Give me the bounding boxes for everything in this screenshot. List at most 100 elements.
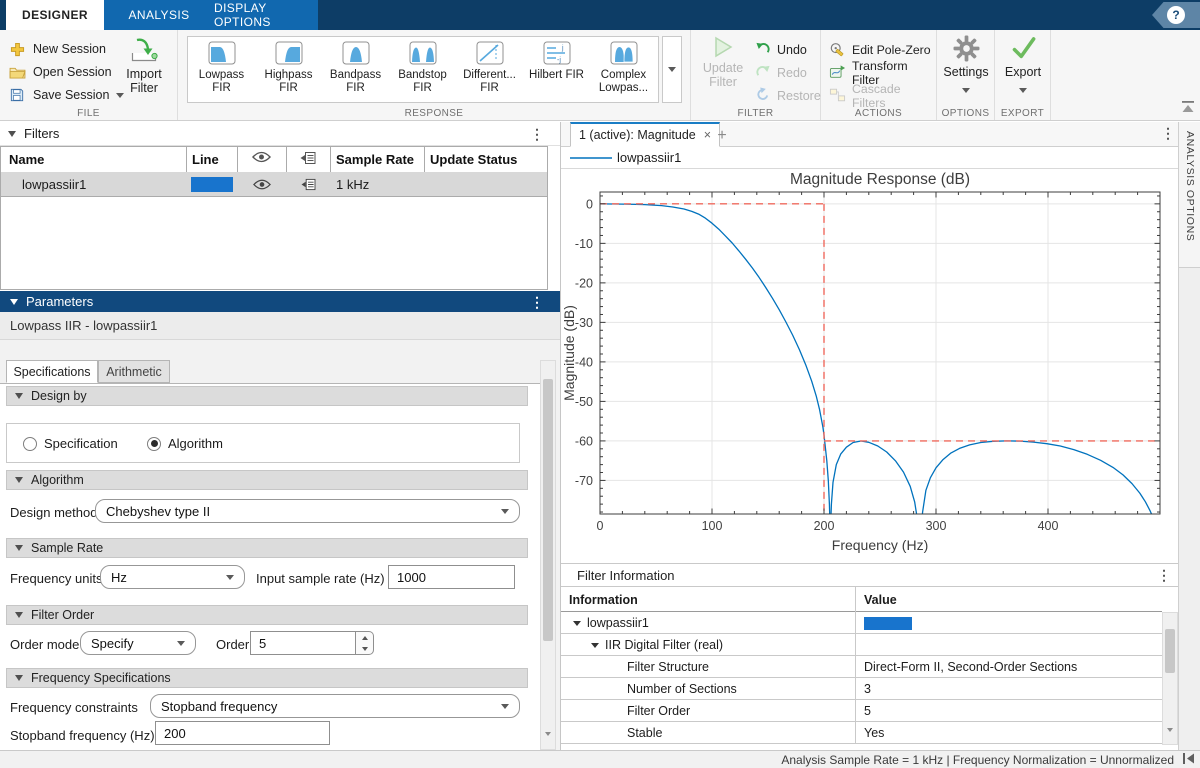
filter-row-name: lowpassiir1: [22, 172, 182, 197]
bandpass-fir-button[interactable]: Bandpass FIR: [322, 37, 389, 102]
new-session-button[interactable]: New Session: [8, 38, 106, 60]
tab-specifications[interactable]: Specifications: [6, 360, 98, 383]
plot-legend: lowpassiir1: [561, 147, 1178, 169]
expand-icon[interactable]: [591, 643, 599, 648]
collapse-panel-button[interactable]: [1182, 752, 1196, 768]
group-filter-order[interactable]: Filter Order: [6, 605, 528, 625]
lowpass-fir-button[interactable]: Lowpass FIR: [188, 37, 255, 102]
radio-algorithm[interactable]: Algorithm: [147, 436, 223, 451]
legend-line-icon: [568, 153, 614, 163]
new-session-icon: [8, 41, 26, 57]
filter-visibility-toggle[interactable]: [253, 178, 271, 193]
parameters-collapse-icon[interactable]: [10, 299, 18, 305]
expand-icon[interactable]: [573, 621, 581, 626]
complex-lowpass-button[interactable]: Complex Lowpas...: [590, 37, 657, 102]
filter-row-update-status: [430, 172, 540, 197]
tab-display-options[interactable]: DISPLAY OPTIONS: [214, 0, 318, 30]
radio-specification-icon: [23, 437, 37, 451]
restore-button[interactable]: Restore: [755, 85, 821, 107]
tab-magnitude-plot[interactable]: 1 (active): Magnitude ×: [570, 122, 720, 147]
highpass-fir-button[interactable]: Highpass FIR: [255, 37, 322, 102]
tab-designer[interactable]: DESIGNER: [6, 0, 104, 30]
filter-info-header-row: Information Value: [561, 587, 1162, 612]
cascade-filters-button[interactable]: Cascade Filters: [829, 85, 936, 107]
order-stepper-up[interactable]: [356, 632, 373, 643]
new-plot-tab-button[interactable]: +: [709, 125, 735, 146]
svg-text:0: 0: [597, 519, 604, 533]
filters-panel-header: Filters ⋮: [0, 122, 560, 146]
scrollbar-thumb[interactable]: [543, 379, 553, 641]
save-session-button[interactable]: Save Session: [8, 84, 124, 106]
group-algorithm[interactable]: Algorithm: [6, 470, 528, 490]
differentiator-icon: [475, 57, 505, 69]
hilbert-fir-button[interactable]: j-j Hilbert FIR: [523, 37, 590, 102]
filters-collapse-icon[interactable]: [8, 131, 16, 137]
legend-label: lowpassiir1: [617, 150, 681, 165]
group-design-by[interactable]: Design by: [6, 386, 528, 406]
plot-tab-bar: 1 (active): Magnitude × + ⋮: [561, 122, 1178, 147]
scrollbar-down-arrow[interactable]: [545, 736, 551, 751]
group-sample-rate[interactable]: Sample Rate: [6, 538, 528, 558]
info-column-header: Information: [561, 587, 855, 612]
parameters-scrollbar[interactable]: [540, 360, 556, 750]
svg-text:-40: -40: [575, 355, 593, 369]
order-mode-dropdown[interactable]: Specify: [80, 631, 196, 655]
stopband-frequency-field[interactable]: 200: [155, 721, 330, 745]
ribbon-group-file: New Session Open Session Save Session: [0, 30, 178, 120]
undo-button[interactable]: Undo: [755, 39, 807, 61]
ribbon-group-filter: Update Filter Undo Redo Restore FILTER: [691, 30, 821, 120]
scrollbar-up-arrow[interactable]: [545, 365, 551, 380]
filter-line-swatch[interactable]: [191, 177, 233, 192]
frequency-constraints-caret-icon: [501, 704, 509, 709]
filter-row-sample-rate: 1 kHz: [336, 172, 421, 197]
order-label: Order: [216, 637, 249, 652]
parameters-kebab-menu[interactable]: ⋮: [530, 297, 544, 307]
plot-canvas[interactable]: 01002003004000-10-20-30-40-50-60-70Magni…: [561, 169, 1178, 563]
help-icon: ?: [1167, 6, 1185, 24]
order-mode-caret-icon: [177, 641, 185, 646]
ribbon-section-label-export: EXPORT: [995, 108, 1050, 119]
settings-button[interactable]: Settings: [940, 35, 992, 96]
group-frequency-specifications[interactable]: Frequency Specifications: [6, 668, 528, 688]
ribbon-section-label-filter: FILTER: [691, 108, 820, 119]
order-field[interactable]: 5: [250, 631, 356, 655]
collapse-ribbon-button[interactable]: [1180, 100, 1196, 116]
analysis-options-tab[interactable]: ANALYSIS OPTIONS: [1179, 122, 1200, 268]
input-sample-rate-field[interactable]: 1000: [388, 565, 515, 589]
frequency-units-dropdown[interactable]: Hz: [100, 565, 245, 589]
response-gallery-dropdown[interactable]: [662, 36, 682, 103]
info-scrollbar-thumb[interactable]: [1165, 629, 1175, 673]
info-line-swatch[interactable]: [864, 617, 912, 630]
order-stepper-down[interactable]: [356, 643, 373, 654]
plot-kebab-menu[interactable]: ⋮: [1161, 128, 1175, 138]
radio-specification[interactable]: Specification: [23, 436, 118, 451]
input-sample-rate-label: Input sample rate (Hz): [256, 571, 385, 586]
redo-button[interactable]: Redo: [755, 62, 807, 84]
export-button[interactable]: Export: [998, 35, 1048, 96]
import-filter-button[interactable]: Import Filter: [116, 36, 172, 95]
transform-filter-button[interactable]: Transform Filter: [829, 62, 936, 84]
magnitude-response-plot: 01002003004000-10-20-30-40-50-60-70Magni…: [561, 169, 1178, 563]
frequency-constraints-dropdown[interactable]: Stopband frequency: [150, 694, 520, 718]
parameters-panel-header: Parameters ⋮: [0, 291, 560, 312]
tab-arithmetic[interactable]: Arithmetic: [98, 360, 170, 383]
help-button[interactable]: ?: [1152, 2, 1200, 28]
open-session-button[interactable]: Open Session: [8, 61, 112, 83]
frequency-constraints-label: Frequency constraints: [10, 700, 138, 715]
info-scrollbar-down-arrow[interactable]: [1167, 732, 1173, 747]
tab-analysis[interactable]: ANALYSIS: [104, 0, 214, 30]
order-stepper[interactable]: [356, 631, 374, 655]
filters-kebab-menu[interactable]: ⋮: [530, 129, 544, 139]
filter-info-kebab-menu[interactable]: ⋮: [1157, 570, 1171, 580]
edit-pole-zero-button[interactable]: Edit Pole-Zero: [829, 39, 931, 61]
svg-text:-30: -30: [575, 316, 593, 330]
differentiator-fir-button[interactable]: Different... FIR: [456, 37, 523, 102]
design-method-dropdown[interactable]: Chebyshev type II: [95, 499, 520, 523]
svg-text:Magnitude Response (dB): Magnitude Response (dB): [790, 171, 970, 188]
restore-icon: [755, 87, 771, 105]
update-filter-button[interactable]: Update Filter: [697, 36, 749, 89]
open-folder-icon: [8, 64, 26, 80]
filter-properties-button[interactable]: [301, 178, 316, 194]
bandstop-fir-button[interactable]: Bandstop FIR: [389, 37, 456, 102]
filter-info-scrollbar[interactable]: [1162, 612, 1178, 745]
